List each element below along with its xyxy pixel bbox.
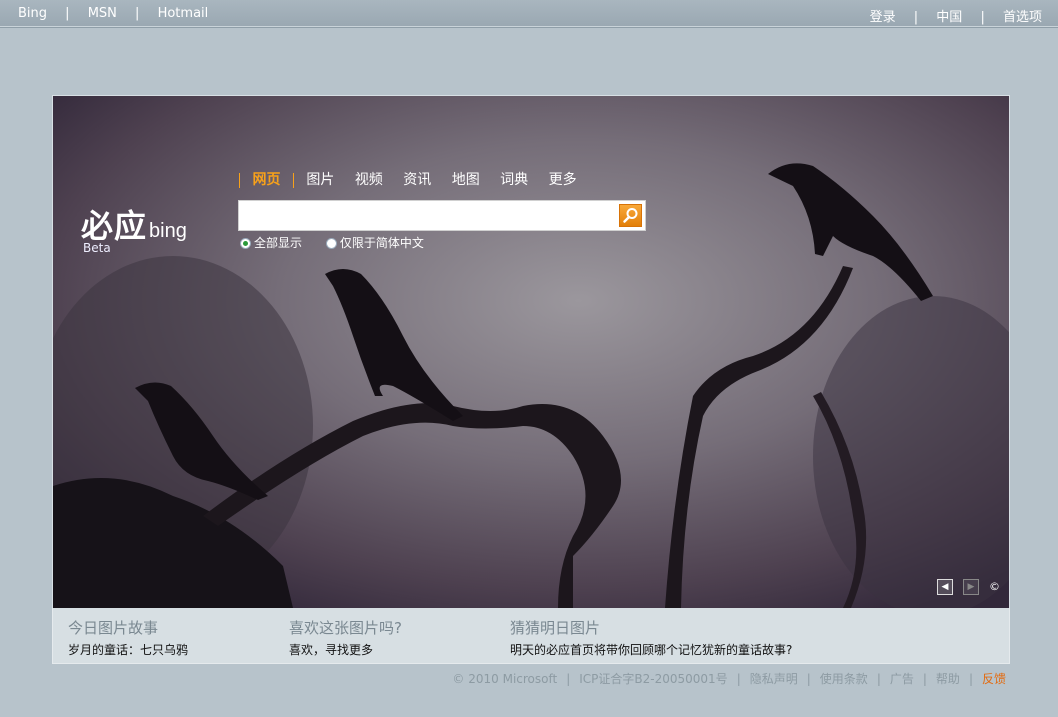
- radio-button[interactable]: [325, 238, 337, 249]
- separator: |: [566, 672, 571, 686]
- separator: |: [922, 672, 927, 686]
- separator: |: [135, 6, 140, 21]
- separator: |: [65, 6, 70, 21]
- sign-in-link[interactable]: 登录: [870, 10, 896, 25]
- story-title: 今日图片故事: [68, 619, 159, 637]
- search-button[interactable]: [619, 204, 642, 227]
- hero-image: 必应 bing Beta 网页 图片 视频 资讯 地图 词典 更多 全部显示 仅限…: [52, 95, 1010, 609]
- guess-link[interactable]: 明天的必应首页将带你回顾哪个记忆犹新的童话故事?: [510, 641, 792, 658]
- separator: |: [913, 10, 919, 25]
- tab-videos[interactable]: 视频: [355, 169, 383, 189]
- beta-label: Beta: [83, 241, 111, 255]
- search-tabs: 网页 图片 视频 资讯 地图 词典 更多: [239, 169, 593, 189]
- copyright-info-icon[interactable]: ©: [989, 580, 1000, 593]
- radio-cn-label: 仅限于简体中文: [339, 236, 424, 250]
- icp-link[interactable]: ICP证合字B2-20050001号: [579, 672, 727, 686]
- previous-image-button[interactable]: ◀: [937, 579, 953, 595]
- language-filter: 全部显示 仅限于简体中文: [240, 234, 444, 251]
- like-title: 喜欢这张图片吗?: [289, 619, 402, 637]
- search-box: [238, 200, 646, 231]
- ads-link[interactable]: 广告: [890, 672, 914, 686]
- radio-all-label: 全部显示: [254, 236, 303, 250]
- separator: |: [980, 10, 985, 25]
- top-nav-right: 登录 | 中国 | 首选项: [870, 6, 1042, 25]
- terms-link[interactable]: 使用条款: [820, 672, 868, 686]
- nav-link-msn[interactable]: MSN: [88, 6, 117, 21]
- copyright-text: © 2010 Microsoft: [452, 672, 558, 686]
- search-icon: [623, 208, 638, 223]
- separator: |: [968, 672, 973, 686]
- logo-chinese: 必应: [81, 207, 148, 245]
- feedback-link[interactable]: 反馈: [982, 672, 1006, 686]
- nav-link-bing[interactable]: Bing: [18, 6, 47, 21]
- like-link[interactable]: 喜欢，寻找更多: [289, 641, 402, 658]
- separator: |: [876, 672, 881, 686]
- help-link[interactable]: 帮助: [936, 672, 960, 686]
- story-link[interactable]: 岁月的童话：七只乌鸦: [68, 641, 188, 658]
- top-nav-left: Bing | MSN | Hotmail: [18, 6, 208, 21]
- tab-maps[interactable]: 地图: [452, 169, 480, 189]
- guess-title: 猜猜明日图片: [510, 619, 601, 637]
- preferences-link[interactable]: 首选项: [1003, 10, 1042, 25]
- bing-logo[interactable]: 必应 bing Beta: [81, 201, 187, 255]
- privacy-link[interactable]: 隐私声明: [750, 672, 798, 686]
- tab-separator: [239, 172, 240, 188]
- image-info-strip: 今日图片故事 岁月的童话：七只乌鸦 喜欢这张图片吗? 喜欢，寻找更多 猜猜明日图…: [52, 608, 1010, 664]
- nav-link-hotmail[interactable]: Hotmail: [158, 6, 209, 21]
- radio-button[interactable]: [240, 238, 251, 249]
- radio-all-results[interactable]: 全部显示: [240, 236, 302, 250]
- tab-dictionary[interactable]: 词典: [500, 169, 528, 189]
- tab-more[interactable]: 更多: [549, 169, 577, 189]
- separator: |: [806, 672, 811, 686]
- story-section: 今日图片故事 岁月的童话：七只乌鸦: [68, 617, 188, 658]
- separator: |: [736, 672, 741, 686]
- radio-simplified-chinese[interactable]: 仅限于简体中文: [325, 236, 424, 250]
- top-bar: Bing | MSN | Hotmail 登录 | 中国 | 首选项: [0, 0, 1058, 27]
- tab-web[interactable]: 网页: [252, 169, 280, 189]
- next-image-button[interactable]: ▶: [963, 579, 979, 595]
- tab-news[interactable]: 资讯: [403, 169, 431, 189]
- footer: © 2010 Microsoft | ICP证合字B2-20050001号 | 隐私声明…: [452, 670, 1006, 687]
- search-input[interactable]: [245, 205, 619, 229]
- tab-separator: [292, 172, 294, 188]
- tab-images[interactable]: 图片: [306, 169, 334, 189]
- guess-section: 猜猜明日图片 明天的必应首页将带你回顾哪个记忆犹新的童话故事?: [510, 617, 792, 658]
- region-link[interactable]: 中国: [936, 10, 962, 25]
- like-section: 喜欢这张图片吗? 喜欢，寻找更多: [289, 617, 402, 658]
- logo-english: bing: [149, 220, 187, 242]
